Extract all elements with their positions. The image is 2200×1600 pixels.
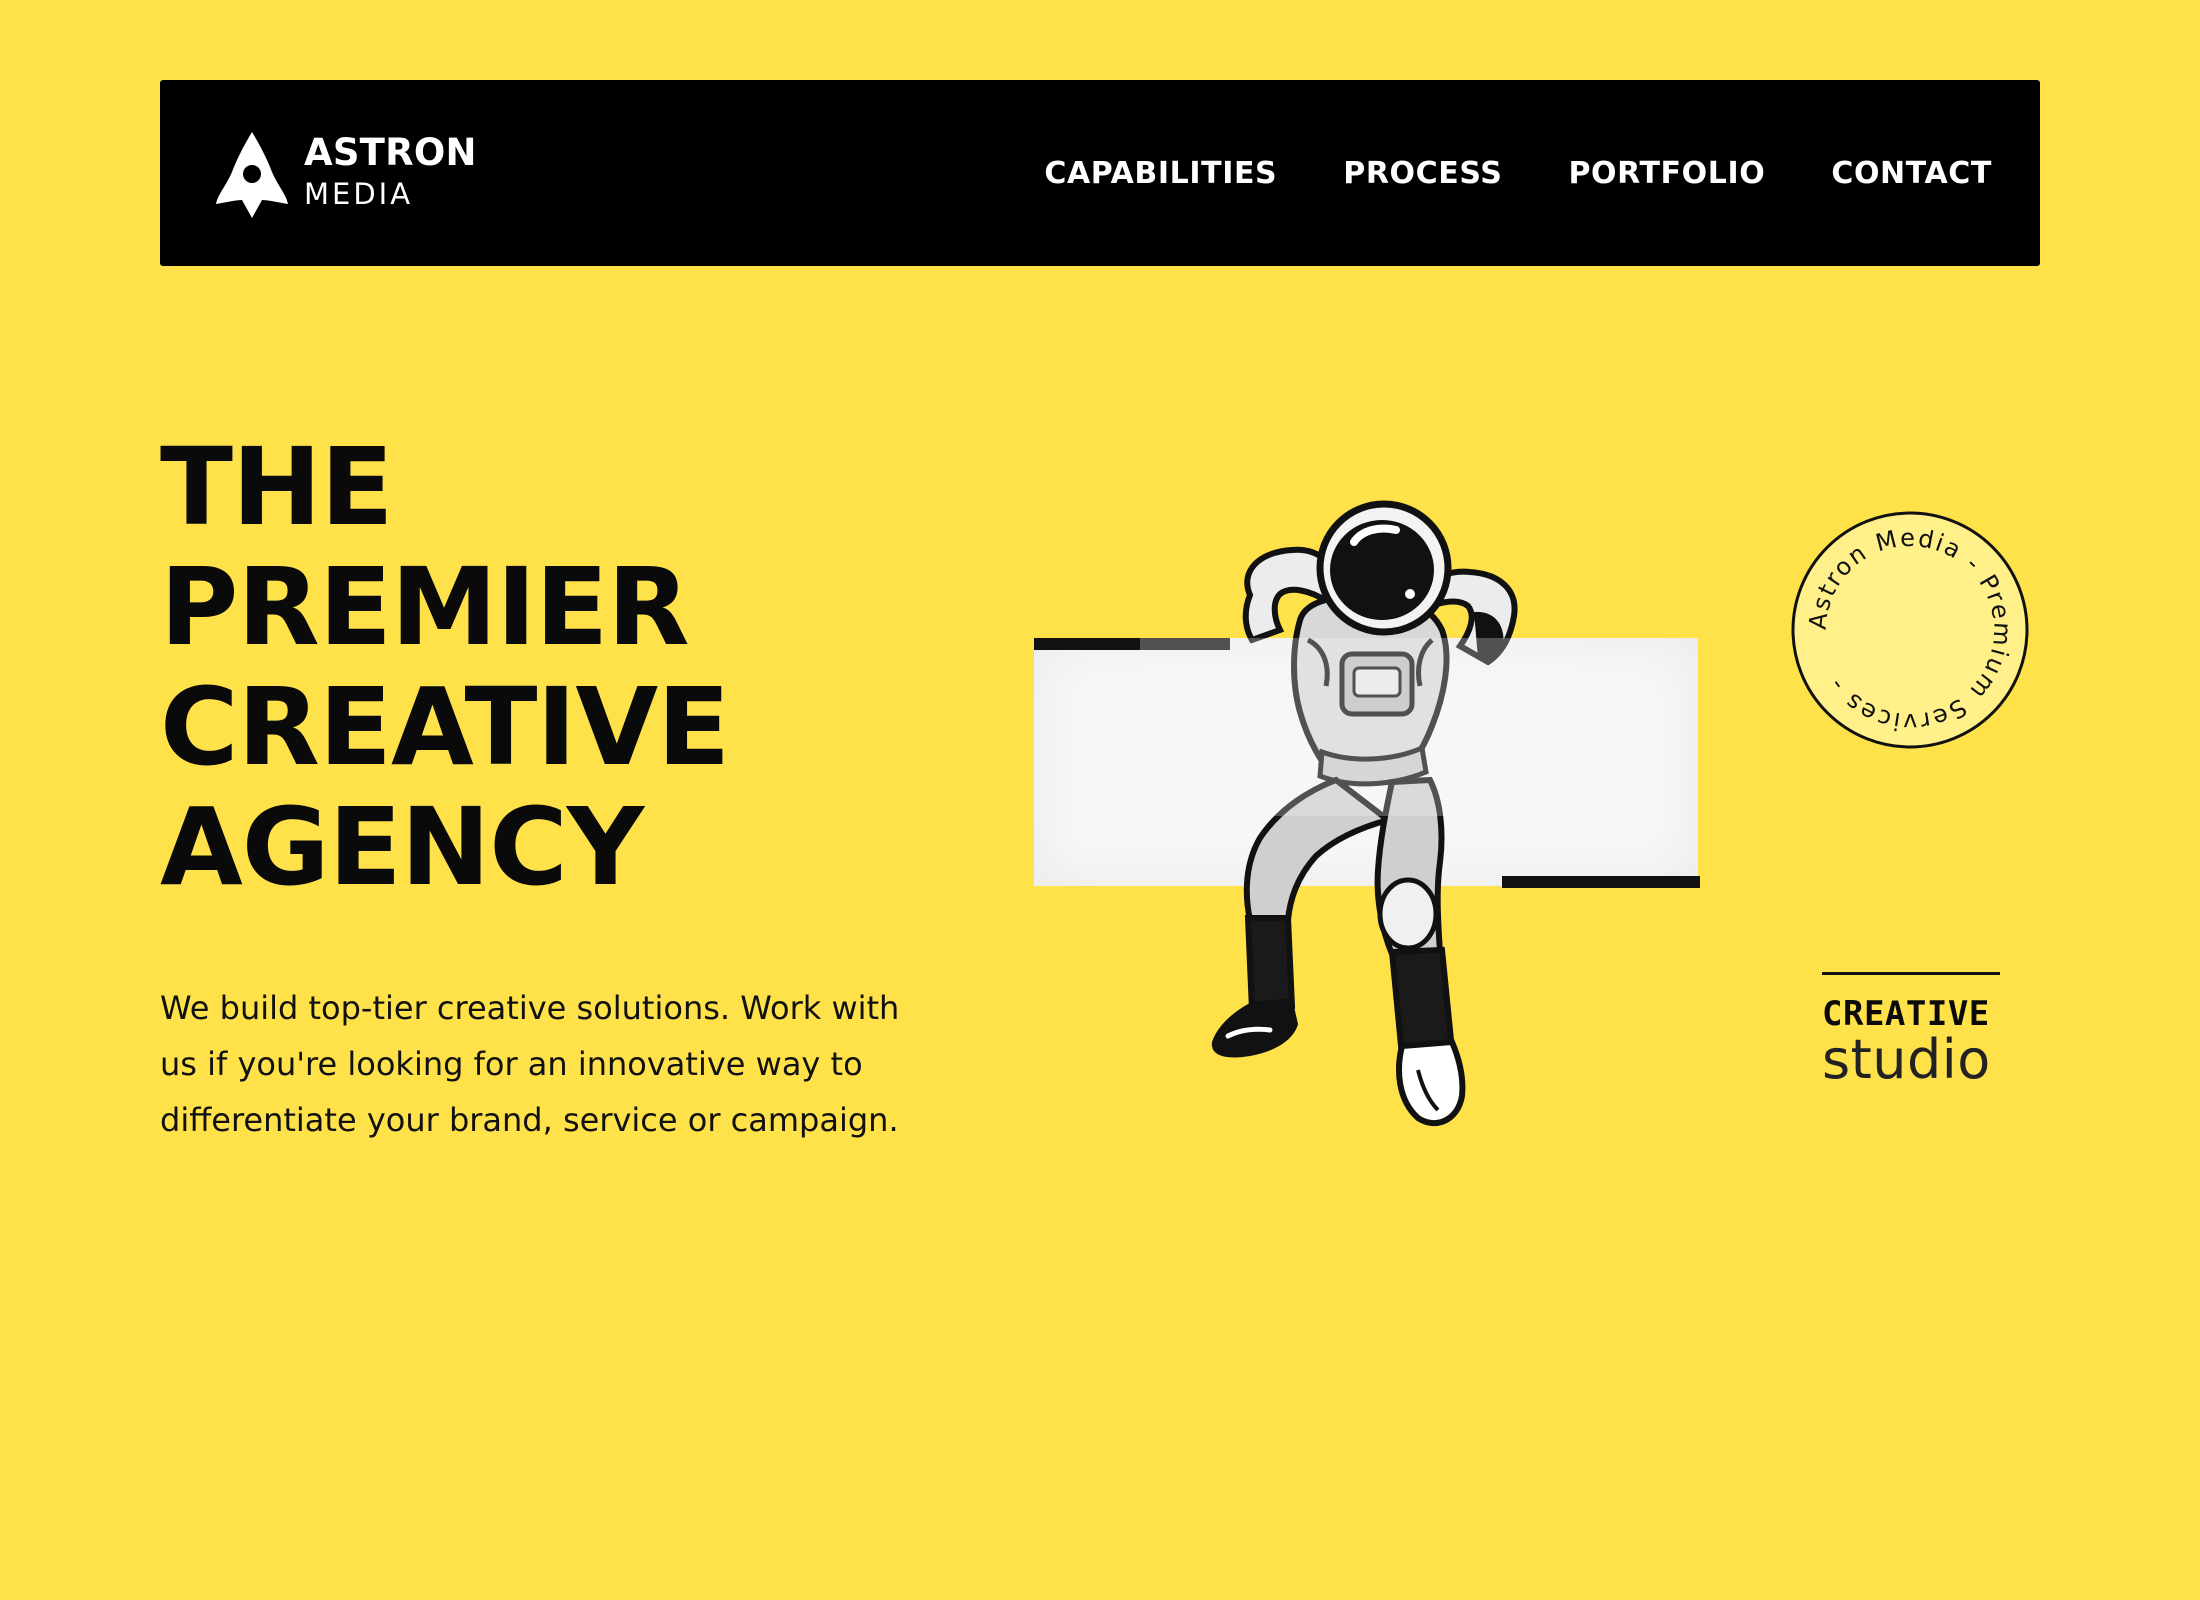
astronaut-illustration (1140, 500, 1580, 1126)
hero-headline: THE PREMIER CREATIVE AGENCY (160, 426, 730, 910)
top-navigation-bar: ASTRON MEDIA CAPABILITIES PROCESS PORTFO… (160, 80, 2040, 266)
brand-name-primary: ASTRON (304, 131, 477, 174)
studio-tag-bottom: studio (1822, 1028, 1991, 1091)
primary-nav-menu: CAPABILITIES PROCESS PORTFOLIO CONTACT (1044, 80, 1992, 266)
circular-brand-badge: Astron Media - Premium Services - (1791, 511, 2029, 749)
hero-headline-line-2: PREMIER (160, 546, 690, 670)
nav-link-process[interactable]: PROCESS (1343, 156, 1502, 191)
rocket-icon (216, 132, 288, 218)
nav-link-portfolio[interactable]: PORTFOLIO (1568, 156, 1765, 191)
studio-tag-top: CREATIVE (1822, 994, 1990, 1034)
hero-description: We build top-tier creative solutions. Wo… (160, 989, 900, 1139)
hero-headline-line-3: CREATIVE (160, 666, 730, 790)
hero-headline-line-1: THE (160, 426, 394, 550)
brand-logo-link[interactable]: ASTRON MEDIA (216, 130, 496, 220)
brand-name-secondary: MEDIA (304, 177, 414, 211)
nav-link-capabilities[interactable]: CAPABILITIES (1044, 156, 1277, 191)
studio-divider (1822, 972, 2000, 975)
creative-studio-tag: CREATIVE studio (1822, 972, 2000, 1087)
nav-link-contact[interactable]: CONTACT (1831, 156, 1992, 191)
hero-headline-line-4: AGENCY (160, 786, 644, 910)
